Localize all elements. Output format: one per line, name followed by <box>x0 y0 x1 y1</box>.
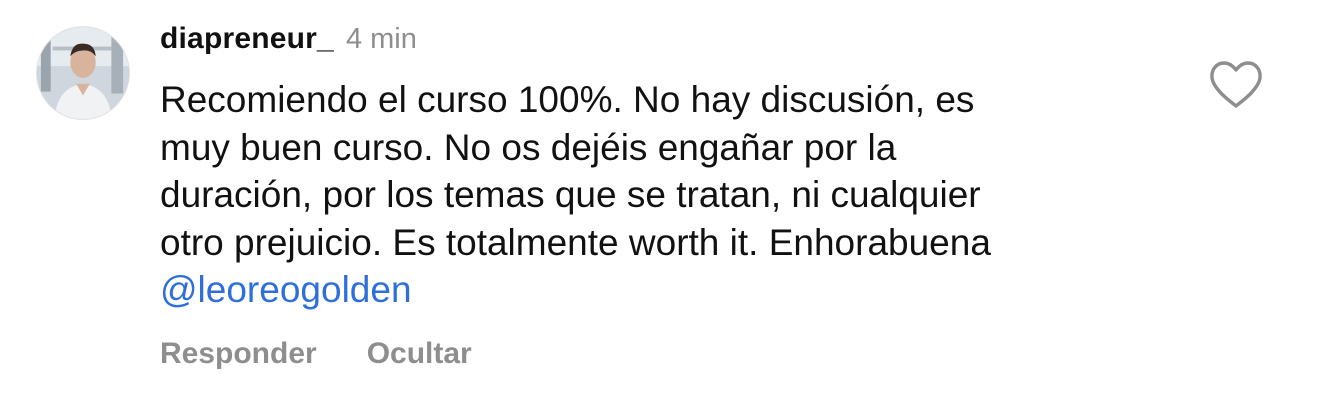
comment-text: Recomiendo el curso 100%. No hay discusi… <box>160 76 1170 314</box>
avatar[interactable] <box>36 26 130 120</box>
user-photo-icon <box>37 27 129 119</box>
comment-header: diapreneur_ 4 min <box>160 22 417 62</box>
comment-text-line: Recomiendo el curso 100%. No hay discusi… <box>160 79 975 120</box>
comment: diapreneur_ 4 min Recomiendo el curso 10… <box>0 0 1320 402</box>
hide-button[interactable]: Ocultar <box>367 337 472 371</box>
username[interactable]: diapreneur_ <box>160 22 334 56</box>
reply-button[interactable]: Responder <box>160 337 317 371</box>
timestamp: 4 min <box>345 23 417 55</box>
comment-text-line: muy buen curso. No os dejéis engañar por… <box>160 126 897 168</box>
like-button[interactable] <box>1208 60 1264 110</box>
comment-text-line: otro prejuicio. Es totalmente worth it. … <box>160 221 991 263</box>
heart-outline-icon <box>1210 61 1262 108</box>
comment-mention-line: @leoreogolden <box>160 266 1170 314</box>
comment-text-line: duración, por los temas que se tratan, n… <box>160 174 981 215</box>
mention-link[interactable]: @leoreogolden <box>160 269 412 310</box>
comment-actions: Responder Ocultar <box>160 337 522 371</box>
